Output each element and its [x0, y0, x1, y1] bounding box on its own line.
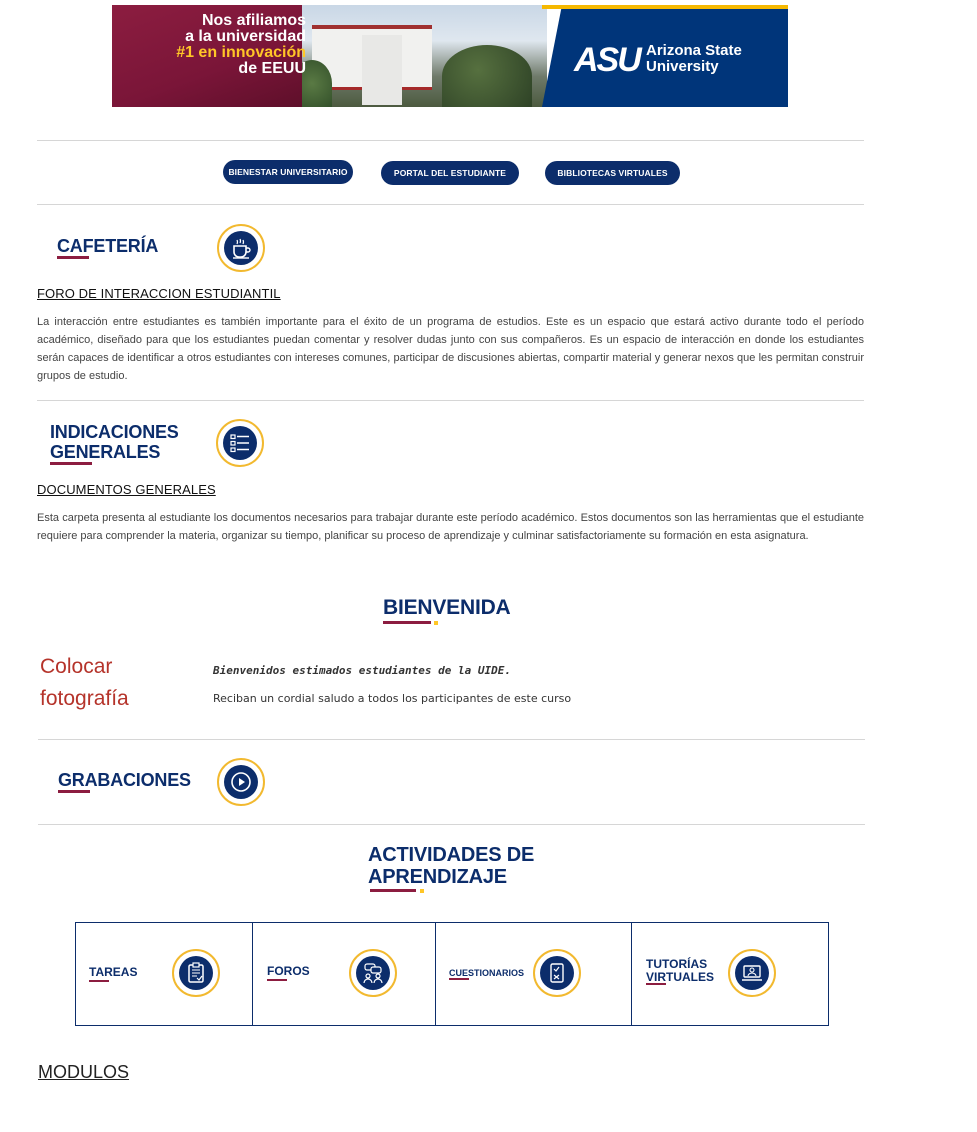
divider [37, 204, 864, 205]
portal-estudiante-button[interactable]: PORTAL DEL ESTUDIANTE [381, 161, 519, 185]
asu-affiliation-banner[interactable]: Nos afiliamos a la universidad #1 en inn… [112, 5, 788, 107]
quiz-checklist-icon[interactable] [533, 949, 581, 997]
documentos-description: Esta carpeta presenta al estudiante los … [37, 512, 864, 542]
welcome-greeting: Bienvenidos estimados estudiantes de la … [213, 664, 512, 677]
divider [37, 400, 864, 401]
modulos-link[interactable]: MODULOS [38, 1062, 129, 1083]
activities-grid: TAREAS FOROS CUESTIONARIOS TUTORÍAS VIRT… [75, 922, 829, 1026]
clipboard-icon[interactable] [172, 949, 220, 997]
asu-logo: ASU [574, 41, 642, 79]
divider [38, 824, 865, 825]
welcome-message: Reciban un cordial saludo a todos los pa… [213, 692, 572, 705]
banner-headline: Nos afiliamos a la universidad #1 en inn… [176, 12, 306, 77]
cafeteria-title: CAFETERÍA [57, 236, 159, 256]
chat-people-icon[interactable] [349, 949, 397, 997]
activity-label: TUTORÍAS VIRTUALES [646, 957, 715, 984]
bienestar-universitario-button[interactable]: BIENESTAR UNIVERSITARIO [223, 160, 353, 184]
activity-label: TAREAS [89, 965, 138, 979]
documentos-generales-link[interactable]: DOCUMENTOS GENERALES [37, 482, 216, 497]
foro-description: La interacción entre estudiantes es tamb… [37, 316, 864, 382]
activity-cuestionarios[interactable]: CUESTIONARIOS [436, 923, 632, 1025]
activity-label: FOROS [267, 964, 310, 978]
laptop-tutor-icon[interactable] [728, 949, 776, 997]
asu-name: Arizona State University [646, 42, 742, 75]
activity-tutorias-virtuales[interactable]: TUTORÍAS VIRTUALES [632, 923, 828, 1025]
bibliotecas-virtuales-button[interactable]: BIBLIOTECAS VIRTUALES [545, 161, 680, 185]
indicaciones-generales-title: INDICACIONES GENERALES [50, 422, 179, 462]
grabaciones-title: GRABACIONES [58, 770, 191, 790]
coffee-cup-icon[interactable] [217, 224, 265, 272]
activity-tareas[interactable]: TAREAS [76, 923, 253, 1025]
divider [38, 739, 865, 740]
photo-placeholder: Colocar fotografía [40, 655, 129, 710]
activity-foros[interactable]: FOROS [253, 923, 436, 1025]
actividades-title: ACTIVIDADES DE APRENDIZAJE [368, 844, 535, 888]
bienvenida-title: BIENVENIDA [383, 596, 511, 619]
list-icon[interactable] [216, 419, 264, 467]
foro-interaccion-link[interactable]: FORO DE INTERACCION ESTUDIANTIL [37, 286, 281, 301]
play-icon[interactable] [217, 758, 265, 806]
divider [37, 140, 864, 141]
